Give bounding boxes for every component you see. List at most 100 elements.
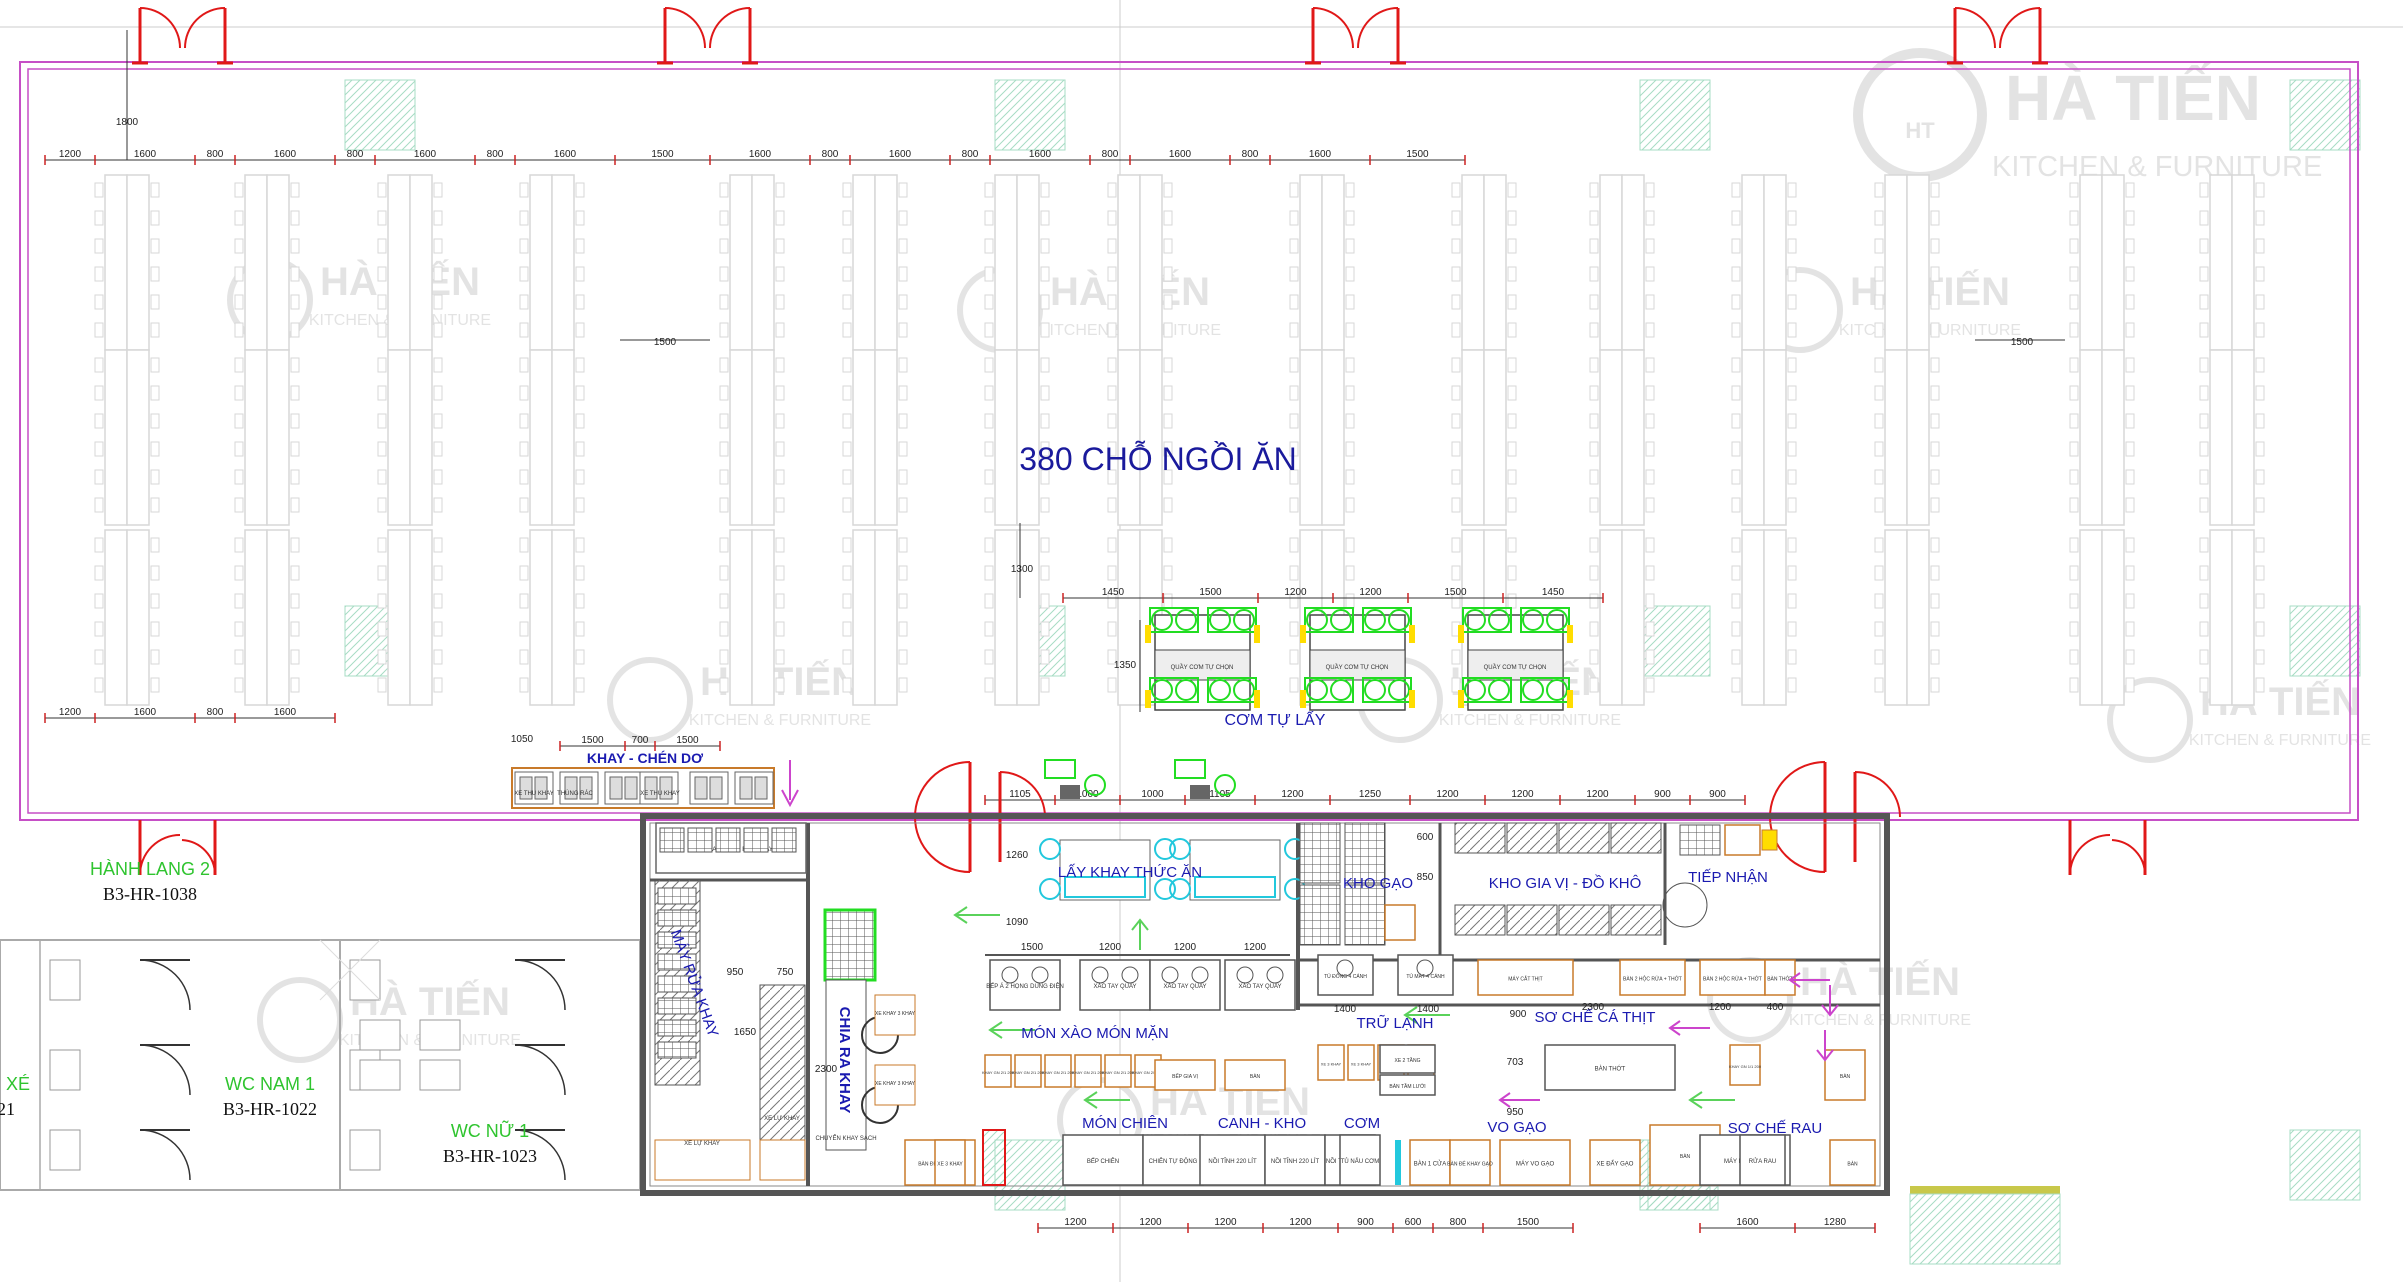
marker xyxy=(1300,690,1306,708)
chair xyxy=(575,294,585,310)
chair xyxy=(2255,497,2265,513)
chair xyxy=(1107,294,1117,310)
chair xyxy=(433,294,443,310)
kitchen-top-dim-text: 900 xyxy=(1709,789,1726,800)
rice-pallet xyxy=(1299,884,1341,946)
chair xyxy=(898,649,908,665)
chair xyxy=(1040,565,1050,581)
inner-dim-text: 900 xyxy=(1510,1009,1527,1020)
chair xyxy=(842,238,852,254)
chair xyxy=(1787,497,1797,513)
gn-cart-label: KHAY GN 2/1 200 xyxy=(982,1070,1015,1075)
dining-table xyxy=(1321,349,1345,526)
chair xyxy=(719,565,729,581)
chair xyxy=(1589,677,1599,693)
chair xyxy=(234,182,244,198)
chair xyxy=(2255,357,2265,373)
dining-table xyxy=(266,349,290,526)
inner-dim-text: 1500 xyxy=(1021,942,1044,953)
dining-top-dim-text: 800 xyxy=(822,149,839,160)
brand-emblem-icon xyxy=(1853,48,1987,182)
chair xyxy=(2069,322,2079,338)
door-swing xyxy=(1662,882,1708,928)
column-hatch xyxy=(2289,1129,2361,1201)
chair xyxy=(1040,294,1050,310)
chair xyxy=(519,469,529,485)
stall-door-swing xyxy=(514,959,566,1011)
chair xyxy=(94,182,104,198)
buffet-label: CƠM TỰ LẤY xyxy=(1225,710,1326,729)
chair xyxy=(1451,413,1461,429)
kitchen-bottom-dim-text: 1200 xyxy=(1214,1217,1237,1228)
chair xyxy=(150,441,160,457)
chair xyxy=(1731,621,1741,637)
dining-table xyxy=(529,174,553,351)
chair xyxy=(377,266,387,282)
chair xyxy=(1163,593,1173,609)
chair xyxy=(842,322,852,338)
chair xyxy=(1040,497,1050,513)
rice-pallet xyxy=(1299,822,1341,884)
chair xyxy=(433,441,443,457)
chair xyxy=(1345,565,1355,581)
dining-table xyxy=(244,529,268,706)
chair xyxy=(2125,182,2135,198)
marker xyxy=(1254,690,1260,708)
marker xyxy=(1567,625,1573,643)
chair xyxy=(1289,677,1299,693)
dining-table xyxy=(1884,529,1908,706)
wash-rack xyxy=(657,997,697,1015)
dining-top-dim-text: 1600 xyxy=(554,149,577,160)
sink-table-label: BÀN 2 HỘC RỬA + THỚT xyxy=(1703,976,1762,983)
chair xyxy=(1589,210,1599,226)
chair xyxy=(377,649,387,665)
wc-female-name: WC NỮ 1 xyxy=(451,1120,529,1141)
inner-dim-text: 2300 xyxy=(815,1064,838,1075)
chair xyxy=(2069,649,2079,665)
chair xyxy=(1507,497,1517,513)
chair xyxy=(1040,413,1050,429)
chair xyxy=(94,266,104,282)
wash-rack xyxy=(657,1041,697,1059)
door xyxy=(1305,7,1406,65)
chair xyxy=(775,565,785,581)
chair xyxy=(2069,385,2079,401)
dining-top-dim-text: 1200 xyxy=(59,149,82,160)
chair xyxy=(1451,322,1461,338)
chair xyxy=(1345,441,1355,457)
chair xyxy=(433,210,443,226)
chair xyxy=(719,441,729,457)
sink xyxy=(359,1019,401,1051)
kitchen-top-dim-text: 1200 xyxy=(1511,789,1534,800)
chair xyxy=(842,621,852,637)
dining-top-dim-text: 800 xyxy=(1242,149,1259,160)
equip-label: XE LỰ KHAY xyxy=(764,1116,800,1122)
chair xyxy=(2125,322,2135,338)
chair xyxy=(1874,182,1884,198)
dining-table xyxy=(104,174,128,351)
chair xyxy=(1289,322,1299,338)
chair xyxy=(719,537,729,553)
chair xyxy=(1874,441,1884,457)
chair xyxy=(1731,593,1741,609)
shelf xyxy=(1610,904,1662,936)
chair xyxy=(1040,537,1050,553)
chair xyxy=(719,210,729,226)
toilet-bowl xyxy=(49,1129,81,1171)
chair xyxy=(1731,294,1741,310)
chair xyxy=(433,565,443,581)
inner-dim-text: 750 xyxy=(777,967,794,978)
chair xyxy=(433,497,443,513)
dining-table xyxy=(2209,174,2233,351)
chair xyxy=(2069,266,2079,282)
chair xyxy=(1874,266,1884,282)
chair xyxy=(1787,182,1797,198)
chair xyxy=(984,593,994,609)
chair xyxy=(1451,238,1461,254)
chair xyxy=(1731,182,1741,198)
chair xyxy=(1507,469,1517,485)
chair xyxy=(433,238,443,254)
chair xyxy=(1787,621,1797,637)
chair xyxy=(290,322,300,338)
dining-table xyxy=(874,174,898,351)
